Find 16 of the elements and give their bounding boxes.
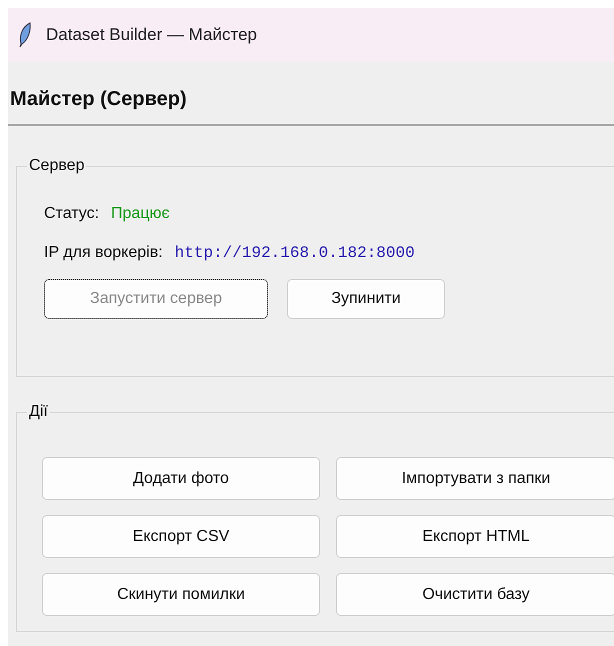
group-title: Дії [27, 402, 50, 422]
status-label: Статус: [44, 205, 100, 223]
action-button[interactable]: Імпортувати з папки [336, 457, 614, 500]
action-button[interactable]: Експорт CSV [42, 515, 320, 558]
action-button[interactable]: Експорт HTML [336, 515, 614, 558]
group-title: Сервер [27, 156, 86, 176]
stop-button[interactable]: Зупинити [287, 279, 445, 319]
ip-address: http://192.168.0.182:8000 [174, 244, 415, 262]
action-button[interactable]: Додати фото [42, 457, 320, 500]
action-button[interactable]: Очистити базу [336, 573, 614, 616]
action-button[interactable]: Скинути помилки [42, 573, 320, 616]
page-heading: Майстер (Сервер) [10, 88, 187, 110]
feather-icon [18, 22, 32, 48]
window-title: Dataset Builder — Майстер [46, 25, 257, 45]
ip-label: IP для воркерів: [44, 244, 163, 262]
status-value: Працює [111, 205, 170, 223]
